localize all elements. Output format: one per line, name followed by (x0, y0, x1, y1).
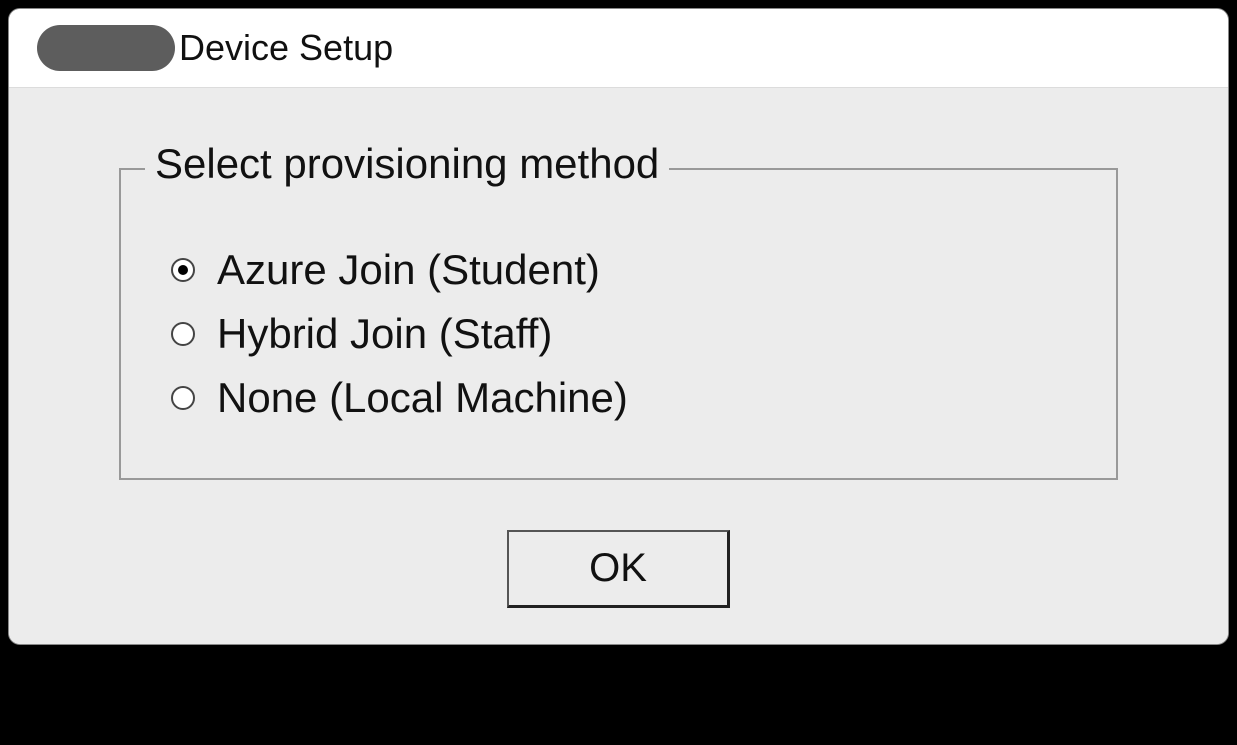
provisioning-method-group: Select provisioning method Azure Join (S… (119, 168, 1118, 480)
app-icon (37, 25, 175, 71)
button-row: OK (119, 530, 1118, 608)
groupbox-legend: Select provisioning method (145, 140, 669, 188)
radio-option-none[interactable]: None (Local Machine) (171, 374, 1076, 422)
radio-icon (171, 322, 195, 346)
radio-icon (171, 258, 195, 282)
window-title: Device Setup (179, 27, 393, 69)
titlebar: Device Setup (9, 9, 1228, 88)
radio-label: Azure Join (Student) (217, 246, 600, 294)
radio-option-hybrid-join[interactable]: Hybrid Join (Staff) (171, 310, 1076, 358)
radio-label: Hybrid Join (Staff) (217, 310, 552, 358)
radio-icon (171, 386, 195, 410)
ok-button[interactable]: OK (507, 530, 730, 608)
radio-label: None (Local Machine) (217, 374, 628, 422)
dialog-body: Select provisioning method Azure Join (S… (9, 88, 1228, 644)
radio-option-azure-join[interactable]: Azure Join (Student) (171, 246, 1076, 294)
device-setup-dialog: Device Setup Select provisioning method … (8, 8, 1229, 645)
